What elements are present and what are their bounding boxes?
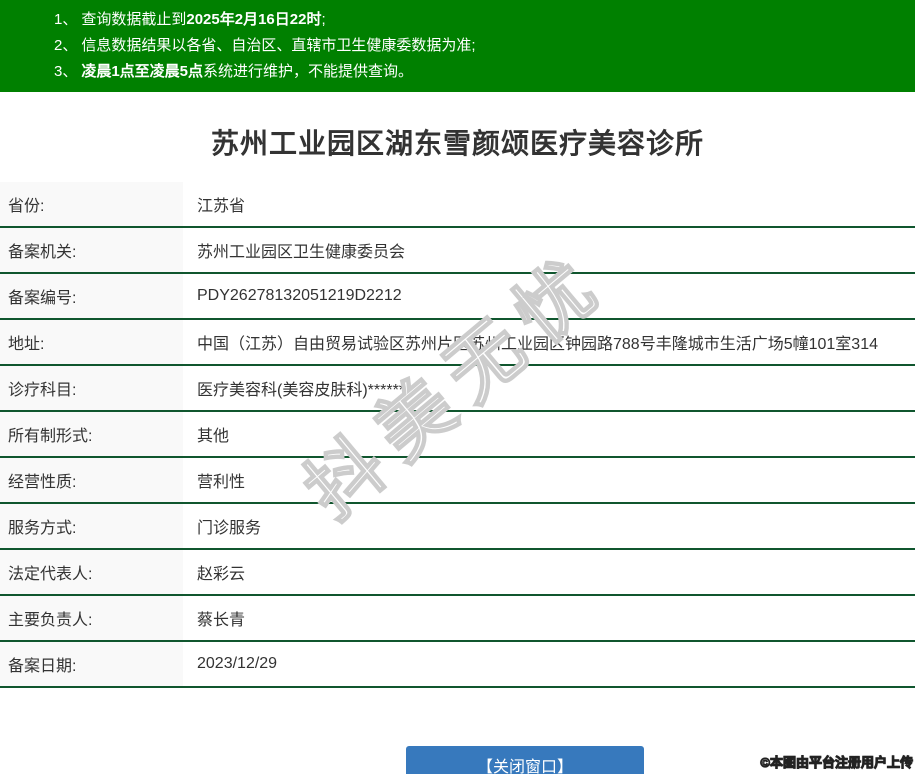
row-value: 蔡长青 [197,612,246,629]
row-value: 门诊服务 [197,520,262,537]
row-label: 主要负责人: [0,596,183,640]
close-window-button[interactable]: 【关闭窗口】 [406,746,644,774]
notice-text: 信息数据结果以各省、自治区、直辖市卫生健康委数据为准; [81,37,476,54]
table-row-person-in-charge: 主要负责人: 蔡长青 [0,596,915,642]
row-value: 营利性 [197,474,246,491]
row-value: 其他 [197,428,230,445]
record-query-page: 1、 查询数据截止到2025年2月16日22时; 2、 信息数据结果以各省、自治区、… [0,0,915,774]
row-value: PDY26278132051219D2212 [197,287,402,304]
page-title: 苏州工业园区湖东雪颜颂医疗美容诊所 [210,128,704,159]
row-value: 中国（江苏）自由贸易试验区苏州片区苏州工业园区钟园路788号丰隆城市生活广场5幢… [197,336,878,353]
table-row-province: 省份: 江苏省 [0,182,915,228]
row-label: 经营性质: [0,458,183,502]
row-value: 医疗美容科(美容皮肤科)****** [197,382,406,399]
notice-number: 1、 [54,11,78,28]
table-row-business-nature: 经营性质: 营利性 [0,458,915,504]
notice-text-bold: 2025年2月16日22时 [186,11,322,28]
row-label: 地址: [0,320,183,364]
notice-line-2: 2、 信息数据结果以各省、自治区、直辖市卫生健康委数据为准; [38,33,905,59]
row-label: 省份: [0,182,183,226]
row-label: 诊疗科目: [0,366,183,410]
info-table: 省份: 江苏省 备案机关: 苏州工业园区卫生健康委员会 备案编号: PDY262… [0,182,915,688]
table-row-ownership: 所有制形式: 其他 [0,412,915,458]
row-label: 备案编号: [0,274,183,318]
row-label: 法定代表人: [0,550,183,594]
notice-number: 2、 [54,37,78,54]
row-value: 江苏省 [197,198,246,215]
table-row-filing-number: 备案编号: PDY26278132051219D2212 [0,274,915,320]
upload-credit: ©本图由平台注册用户上传 [760,755,914,771]
row-value: 赵彩云 [197,566,246,583]
table-row-service-mode: 服务方式: 门诊服务 [0,504,915,550]
table-row-departments: 诊疗科目: 医疗美容科(美容皮肤科)****** [0,366,915,412]
notice-text: 查询数据截止到 [81,11,187,28]
row-label: 所有制形式: [0,412,183,456]
notice-line-3: 3、 凌晨1点至凌晨5点系统进行维护，不能提供查询。 [38,59,905,85]
table-row-legal-representative: 法定代表人: 赵彩云 [0,550,915,596]
table-row-filing-authority: 备案机关: 苏州工业园区卫生健康委员会 [0,228,915,274]
notice-text-bold: 凌晨1点至凌晨5点 [81,63,204,80]
notice-banner: 1、 查询数据截止到2025年2月16日22时; 2、 信息数据结果以各省、自治区、… [0,0,915,92]
row-value: 苏州工业园区卫生健康委员会 [197,244,406,261]
row-label: 服务方式: [0,504,183,548]
notice-text: 系统进行维护，不能提供查询。 [203,63,414,80]
row-label: 备案机关: [0,228,183,272]
notice-number: 3、 [54,63,78,80]
row-label: 备案日期: [0,642,183,686]
notice-line-1: 1、 查询数据截止到2025年2月16日22时; [38,7,905,33]
table-row-filing-date: 备案日期: 2023/12/29 [0,642,915,688]
row-value: 2023/12/29 [197,655,278,672]
notice-text: ; [321,11,326,28]
table-row-address: 地址: 中国（江苏）自由贸易试验区苏州片区苏州工业园区钟园路788号丰隆城市生活… [0,320,915,366]
